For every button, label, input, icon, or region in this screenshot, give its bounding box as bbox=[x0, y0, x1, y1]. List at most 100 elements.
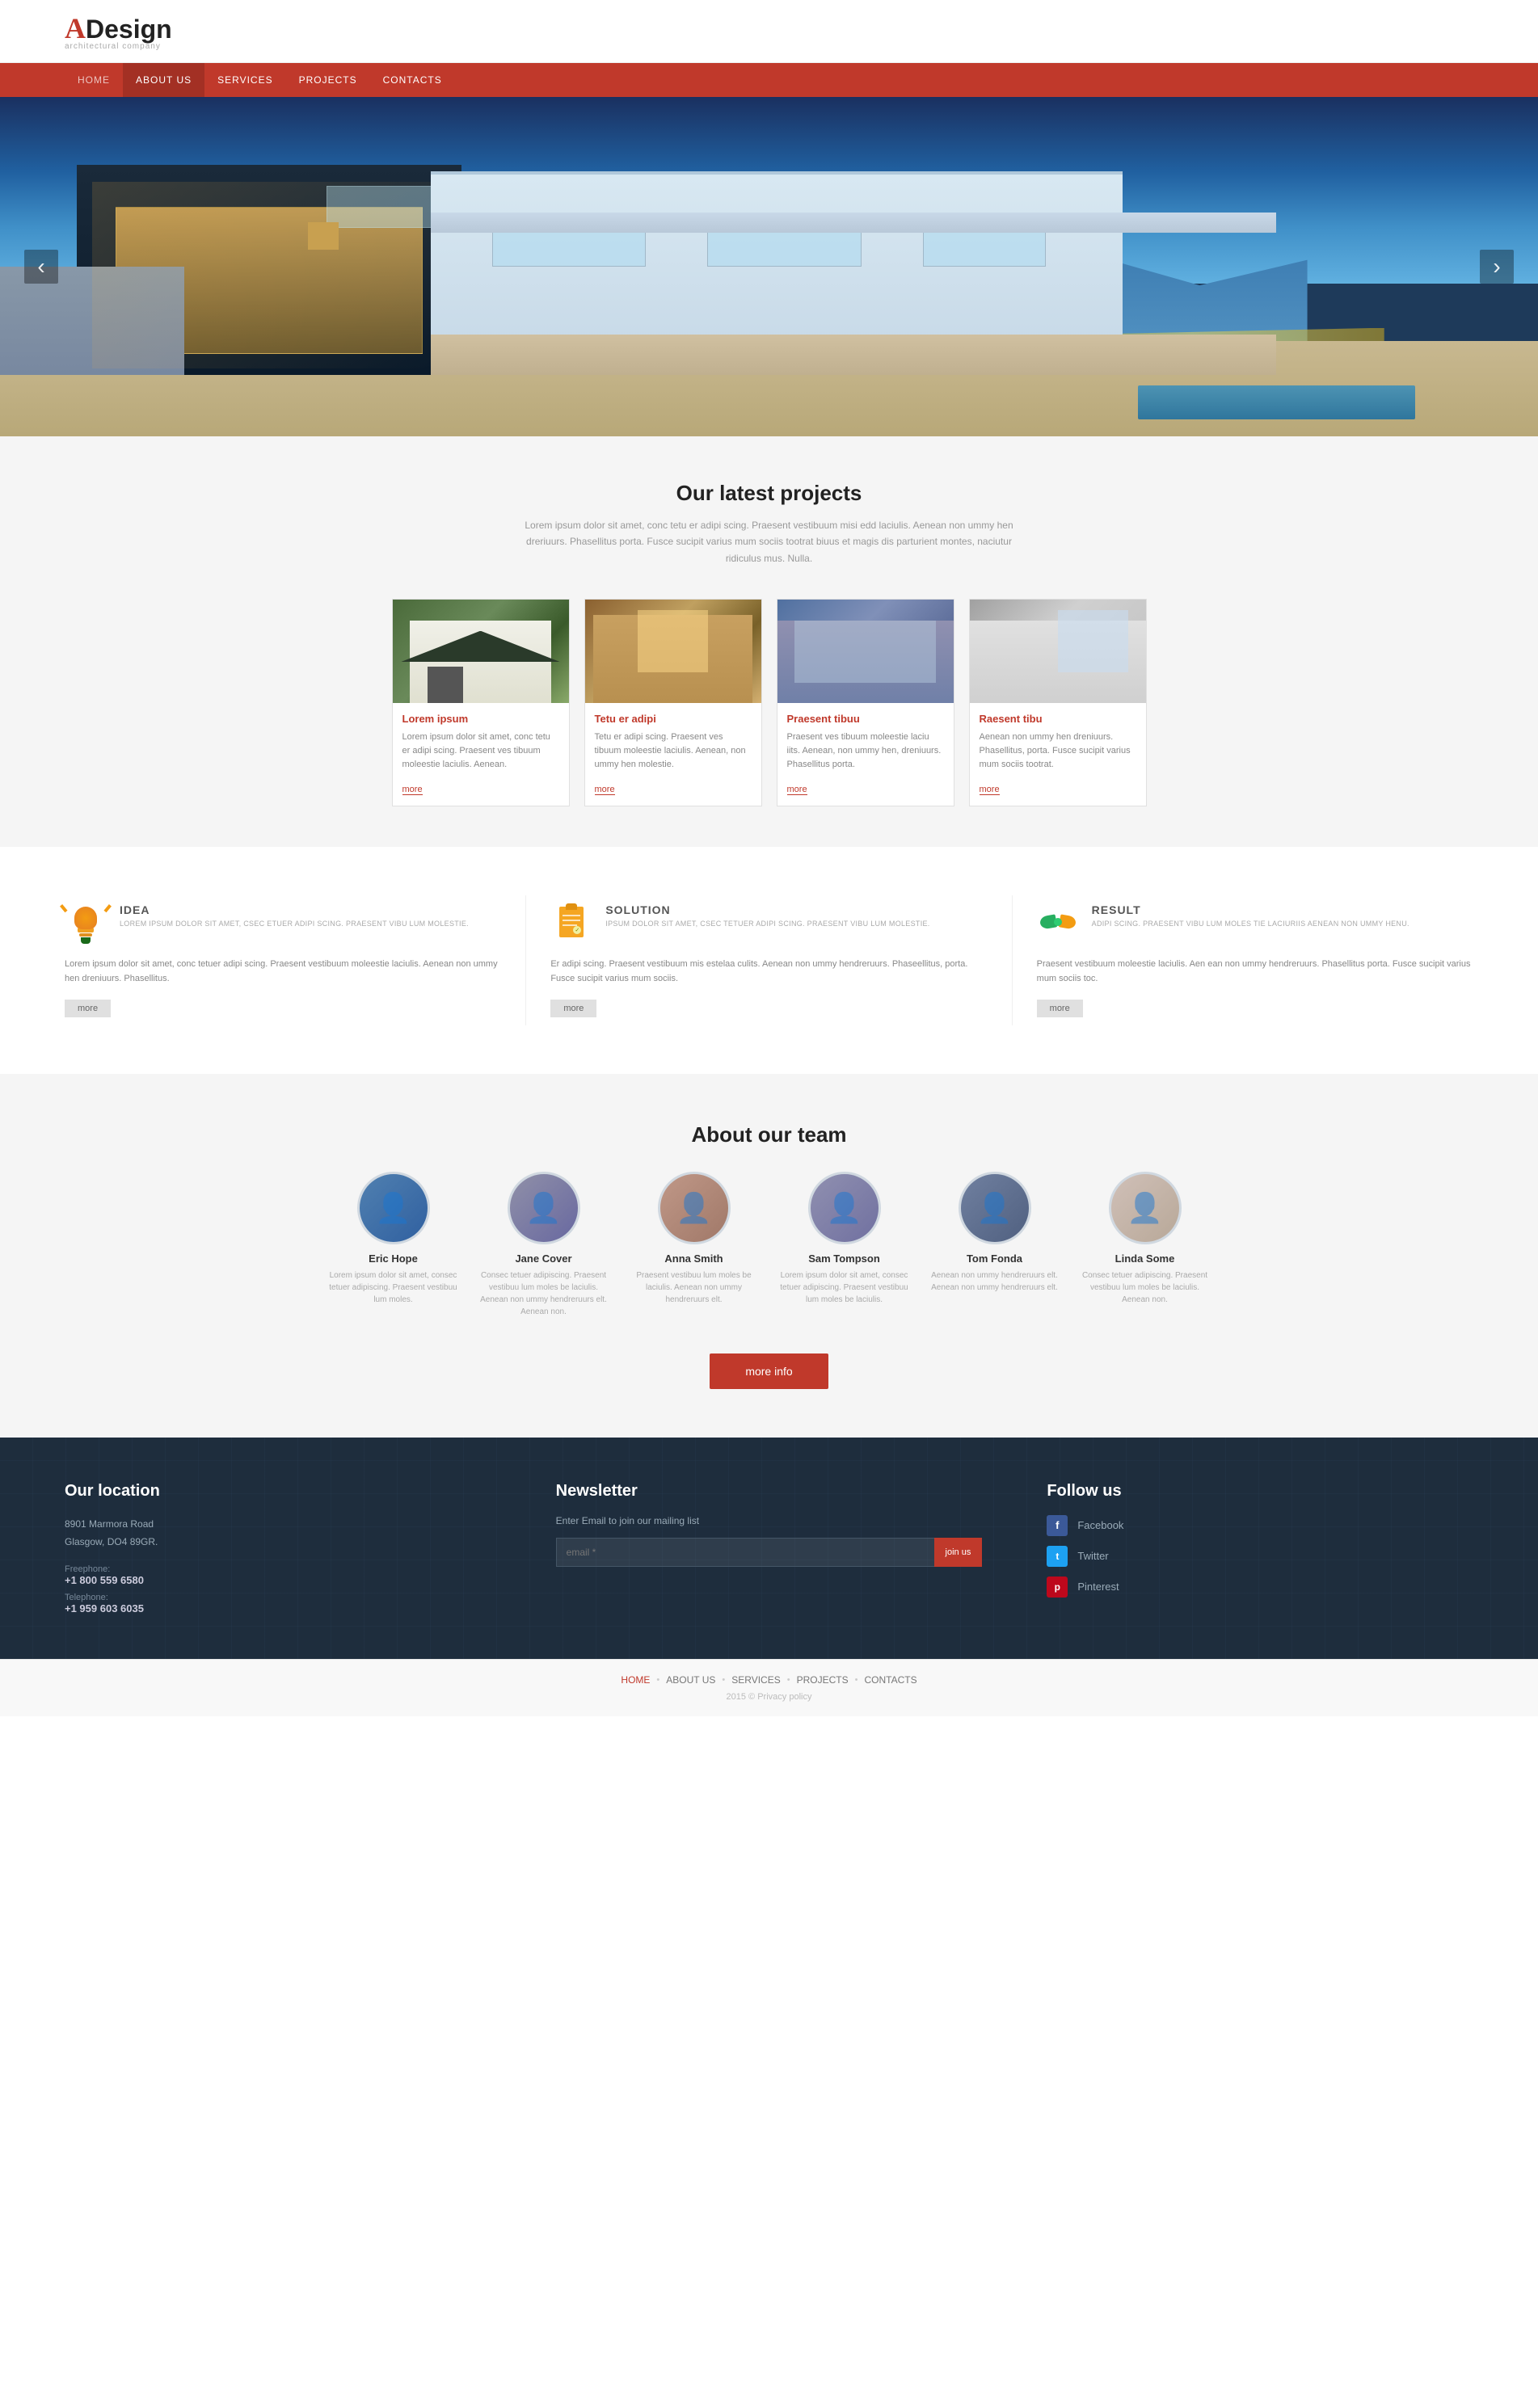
team-avatar-1: 👤 bbox=[508, 1172, 580, 1244]
project-desc-3: Praesent ves tibuum moleestie laciu iits… bbox=[787, 730, 944, 772]
project-card-1: Lorem ipsum Lorem ipsum dolor sit amet, … bbox=[392, 599, 570, 806]
idea-more-1[interactable]: more bbox=[550, 1000, 596, 1017]
team-avatar-2: 👤 bbox=[658, 1172, 731, 1244]
idea-col-0: IDEA LOREM IPSUM DOLOR SIT AMET, CSEC ET… bbox=[65, 895, 526, 1025]
team-name-4: Tom Fonda bbox=[926, 1252, 1064, 1265]
footer-top: Our location 8901 Marmora Road Glasgow, … bbox=[0, 1438, 1538, 1660]
nav-services[interactable]: SERVICES bbox=[204, 63, 285, 97]
nav-about[interactable]: ABOUT US bbox=[123, 63, 204, 97]
team-avatar-5: 👤 bbox=[1109, 1172, 1182, 1244]
hero-next-arrow[interactable]: › bbox=[1480, 250, 1514, 284]
team-desc-0: Lorem ipsum dolor sit amet, consec tetue… bbox=[325, 1269, 462, 1306]
project-name-1: Lorem ipsum bbox=[402, 713, 559, 725]
project-image-3 bbox=[777, 600, 954, 703]
team-avatar-0: 👤 bbox=[357, 1172, 430, 1244]
social-facebook[interactable]: f Facebook bbox=[1047, 1515, 1473, 1536]
newsletter-email-input[interactable] bbox=[556, 1538, 983, 1567]
team-desc-1: Consec tetuer adipiscing. Praesent vesti… bbox=[475, 1269, 613, 1318]
team-section: About our team 👤 Eric Hope Lorem ipsum d… bbox=[0, 1074, 1538, 1438]
footer-nav-contacts[interactable]: CONTACTS bbox=[857, 1674, 923, 1686]
footer-copyright: 2015 © Privacy policy bbox=[65, 1692, 1473, 1702]
idea-more-2[interactable]: more bbox=[1037, 1000, 1083, 1017]
pinterest-label: Pinterest bbox=[1077, 1581, 1119, 1593]
team-member-4: 👤 Tom Fonda Aenean non ummy hendreruurs … bbox=[926, 1172, 1064, 1318]
pinterest-icon: p bbox=[1047, 1577, 1068, 1598]
team-desc-4: Aenean non ummy hendreruurs elt. Aenean … bbox=[926, 1269, 1064, 1294]
social-pinterest[interactable]: p Pinterest bbox=[1047, 1577, 1473, 1598]
footer-social-title: Follow us bbox=[1047, 1482, 1473, 1501]
footer-freephone-label: Freephone: bbox=[65, 1564, 144, 1574]
project-image-2 bbox=[585, 600, 761, 703]
team-member-1: 👤 Jane Cover Consec tetuer adipiscing. P… bbox=[475, 1172, 613, 1318]
project-more-3[interactable]: more bbox=[787, 785, 807, 795]
idea-title-1: SOLUTION bbox=[605, 903, 929, 916]
hero-section: ‹ › bbox=[0, 97, 1538, 436]
facebook-icon: f bbox=[1047, 1515, 1068, 1536]
footer-nav-about[interactable]: ABOUT US bbox=[659, 1674, 722, 1686]
idea-col-1: ✓ SOLUTION IPSUM DOLOR SIT AMET, CSEC TE… bbox=[526, 895, 1012, 1025]
project-more-2[interactable]: more bbox=[595, 785, 615, 795]
project-more-1[interactable]: more bbox=[402, 785, 423, 795]
latest-projects-subtitle: Lorem ipsum dolor sit amet, conc tetu er… bbox=[511, 517, 1028, 566]
latest-projects-title: Our latest projects bbox=[65, 481, 1473, 506]
project-name-4: Raesent tibu bbox=[980, 713, 1136, 725]
idea-title-2: RESULT bbox=[1092, 903, 1409, 916]
project-name-2: Tetu er adipi bbox=[595, 713, 752, 725]
projects-grid: Lorem ipsum Lorem ipsum dolor sit amet, … bbox=[65, 599, 1473, 806]
footer-nav-projects[interactable]: PROJECTS bbox=[790, 1674, 855, 1686]
footer-bottom-nav: HOME • ABOUT US • SERVICES • PROJECTS • … bbox=[65, 1674, 1473, 1686]
logo: A Design architectural company bbox=[65, 11, 172, 51]
facebook-label: Facebook bbox=[1077, 1519, 1123, 1531]
team-member-0: 👤 Eric Hope Lorem ipsum dolor sit amet, … bbox=[325, 1172, 462, 1318]
main-nav: HOME ABOUT US SERVICES PROJECTS CONTACTS bbox=[0, 63, 1538, 97]
project-more-4[interactable]: more bbox=[980, 785, 1000, 795]
idea-text-2: Praesent vestibuum moleestie laciulis. A… bbox=[1037, 957, 1473, 986]
idea-text-0: Lorem ipsum dolor sit amet, conc tetuer … bbox=[65, 957, 501, 986]
project-desc-2: Tetu er adipi scing. Praesent ves tibuum… bbox=[595, 730, 752, 772]
footer-telephone-label: Telephone: bbox=[65, 1593, 144, 1602]
newsletter-join-button[interactable]: join us bbox=[934, 1538, 983, 1567]
nav-projects[interactable]: PROJECTS bbox=[286, 63, 370, 97]
footer-newsletter-desc: Enter Email to join our mailing list bbox=[556, 1515, 983, 1526]
social-twitter[interactable]: t Twitter bbox=[1047, 1546, 1473, 1567]
nav-contacts[interactable]: CONTACTS bbox=[370, 63, 455, 97]
footer-nav-services[interactable]: SERVICES bbox=[725, 1674, 786, 1686]
team-member-5: 👤 Linda Some Consec tetuer adipiscing. P… bbox=[1077, 1172, 1214, 1318]
project-name-3: Praesent tibuu bbox=[787, 713, 944, 725]
nav-home[interactable]: HOME bbox=[65, 63, 123, 97]
project-card-2: Tetu er adipi Tetu er adipi scing. Praes… bbox=[584, 599, 762, 806]
team-desc-3: Lorem ipsum dolor sit amet, consec tetue… bbox=[776, 1269, 913, 1306]
idea-subtitle-0: LOREM IPSUM DOLOR SIT AMET, CSEC ETUER A… bbox=[120, 919, 469, 930]
twitter-icon: t bbox=[1047, 1546, 1068, 1567]
project-desc-4: Aenean non ummy hen dreniuurs. Phasellit… bbox=[980, 730, 1136, 772]
idea-title-0: IDEA bbox=[120, 903, 469, 916]
idea-more-0[interactable]: more bbox=[65, 1000, 111, 1017]
footer-bottom: HOME • ABOUT US • SERVICES • PROJECTS • … bbox=[0, 1659, 1538, 1716]
ideas-section: IDEA LOREM IPSUM DOLOR SIT AMET, CSEC ET… bbox=[0, 847, 1538, 1073]
team-name-2: Anna Smith bbox=[626, 1252, 763, 1265]
project-image-4 bbox=[970, 600, 1146, 703]
header: A Design architectural company bbox=[0, 0, 1538, 63]
team-name-0: Eric Hope bbox=[325, 1252, 462, 1265]
hero-prev-arrow[interactable]: ‹ bbox=[24, 250, 58, 284]
team-avatar-4: 👤 bbox=[959, 1172, 1031, 1244]
team-desc-2: Praesent vestibuu lum moles be laciulis.… bbox=[626, 1269, 763, 1306]
latest-projects-section: Our latest projects Lorem ipsum dolor si… bbox=[0, 436, 1538, 847]
twitter-label: Twitter bbox=[1077, 1550, 1108, 1562]
footer-nav-home[interactable]: HOME bbox=[614, 1674, 656, 1686]
logo-letter: A bbox=[65, 11, 86, 45]
footer-address: 8901 Marmora Road Glasgow, DO4 89GR. bbox=[65, 1515, 491, 1552]
team-name-1: Jane Cover bbox=[475, 1252, 613, 1265]
idea-col-2: RESULT ADIPI SCING. PRAESENT VIBU LUM MO… bbox=[1013, 895, 1473, 1025]
idea-subtitle-1: IPSUM DOLOR SIT AMET, CSEC TETUER ADIPI … bbox=[605, 919, 929, 930]
idea-clipboard-icon: ✓ bbox=[550, 903, 592, 945]
project-card-3: Praesent tibuu Praesent ves tibuum molee… bbox=[777, 599, 954, 806]
idea-subtitle-2: ADIPI SCING. PRAESENT VIBU LUM MOLES TIE… bbox=[1092, 919, 1409, 930]
more-info-button[interactable]: more info bbox=[710, 1353, 828, 1389]
idea-bulb-icon bbox=[65, 903, 107, 945]
project-card-4: Raesent tibu Aenean non ummy hen dreniuu… bbox=[969, 599, 1147, 806]
footer-location-title: Our location bbox=[65, 1482, 491, 1501]
team-name-5: Linda Some bbox=[1077, 1252, 1214, 1265]
footer-newsletter-title: Newsletter bbox=[556, 1482, 983, 1501]
idea-handshake-icon bbox=[1037, 903, 1079, 945]
